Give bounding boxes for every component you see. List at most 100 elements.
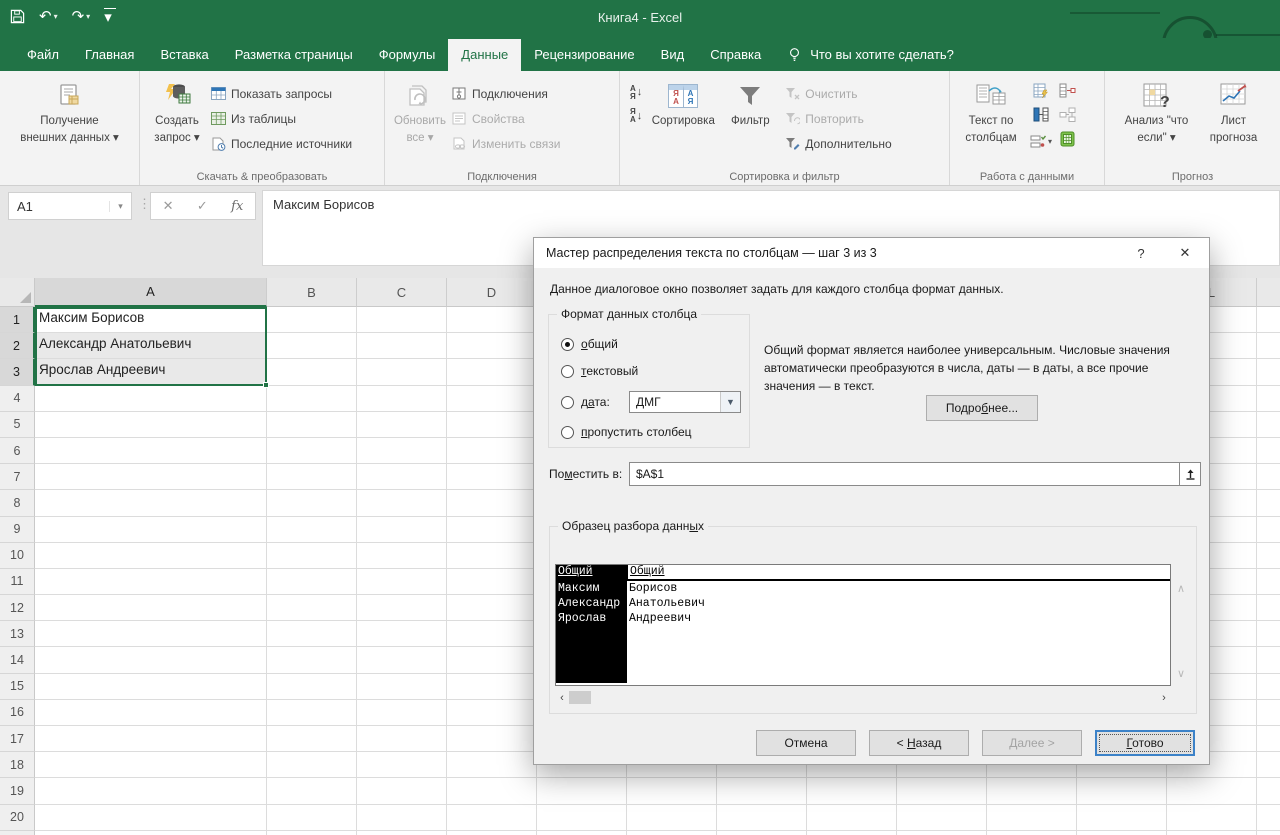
- preview-col1-selected[interactable]: МаксимАлександрЯрослав: [556, 581, 627, 683]
- cancel-button[interactable]: Отмена: [756, 730, 856, 756]
- radio-general[interactable]: общий: [561, 337, 618, 351]
- finish-button[interactable]: Готово: [1095, 730, 1195, 756]
- edit-links-button[interactable]: Изменить связи: [451, 133, 560, 154]
- col-header-M[interactable]: M: [1257, 278, 1280, 307]
- flash-fill-icon[interactable]: [1033, 83, 1050, 103]
- collapse-range-button[interactable]: [1179, 463, 1200, 485]
- consolidate-icon[interactable]: [1059, 83, 1076, 103]
- cell-B18[interactable]: [267, 752, 357, 778]
- date-format-select[interactable]: ДМГ ▼: [629, 391, 741, 413]
- cell-B21[interactable]: [267, 831, 357, 835]
- tab-6[interactable]: Рецензирование: [521, 39, 647, 71]
- cell-C10[interactable]: [357, 543, 447, 569]
- cell-M12[interactable]: [1257, 595, 1280, 621]
- cell-D5[interactable]: [447, 412, 537, 438]
- cell-D8[interactable]: [447, 490, 537, 516]
- radio-date[interactable]: дата:: [561, 395, 610, 409]
- cell-B10[interactable]: [267, 543, 357, 569]
- col-header-A[interactable]: A: [35, 278, 267, 307]
- preview-col1-header[interactable]: Общий: [556, 565, 627, 579]
- cell-M5[interactable]: [1257, 412, 1280, 438]
- cell-D12[interactable]: [447, 595, 537, 621]
- cell-M17[interactable]: [1257, 726, 1280, 752]
- cell-L20[interactable]: [1167, 805, 1257, 831]
- new-query-button[interactable]: Создать запрос ▾: [144, 77, 210, 150]
- what-if-analysis-button[interactable]: ? Анализ "что если" ▾: [1119, 77, 1195, 150]
- row-header-20[interactable]: 20: [0, 805, 35, 831]
- cell-C8[interactable]: [357, 490, 447, 516]
- name-box[interactable]: A1 ▾: [8, 192, 132, 220]
- help-icon[interactable]: ?: [1121, 246, 1161, 261]
- cell-F20[interactable]: [627, 805, 717, 831]
- row-header-14[interactable]: 14: [0, 647, 35, 673]
- col-header-C[interactable]: C: [357, 278, 447, 307]
- cell-M16[interactable]: [1257, 700, 1280, 726]
- cell-I21[interactable]: [897, 831, 987, 835]
- remove-duplicates-icon[interactable]: [1033, 107, 1050, 127]
- cell-D11[interactable]: [447, 569, 537, 595]
- cell-D3[interactable]: [447, 359, 537, 385]
- cell-A7[interactable]: [35, 464, 267, 490]
- cell-C19[interactable]: [357, 778, 447, 804]
- sort-az-button[interactable]: АЯ↓: [630, 85, 642, 100]
- filter-button[interactable]: Фильтр: [722, 77, 778, 132]
- row-header-11[interactable]: 11: [0, 569, 35, 595]
- cell-M13[interactable]: [1257, 621, 1280, 647]
- cell-M3[interactable]: [1257, 359, 1280, 385]
- cell-B5[interactable]: [267, 412, 357, 438]
- cell-B17[interactable]: [267, 726, 357, 752]
- cell-D2[interactable]: [447, 333, 537, 359]
- cell-A20[interactable]: [35, 805, 267, 831]
- cell-C5[interactable]: [357, 412, 447, 438]
- row-header-1[interactable]: 1: [0, 307, 35, 333]
- cell-B7[interactable]: [267, 464, 357, 490]
- dialog-title-bar[interactable]: Мастер распределения текста по столбцам …: [534, 238, 1209, 268]
- connections-button[interactable]: Подключения: [451, 83, 560, 104]
- row-header-21[interactable]: 21: [0, 831, 35, 835]
- cell-F21[interactable]: [627, 831, 717, 835]
- cell-M10[interactable]: [1257, 543, 1280, 569]
- cell-D10[interactable]: [447, 543, 537, 569]
- cell-C17[interactable]: [357, 726, 447, 752]
- cell-J21[interactable]: [987, 831, 1077, 835]
- tab-7[interactable]: Вид: [648, 39, 698, 71]
- scroll-up-icon[interactable]: ∧: [1177, 582, 1185, 595]
- cell-B2[interactable]: [267, 333, 357, 359]
- tab-4[interactable]: Формулы: [366, 39, 449, 71]
- cell-M2[interactable]: [1257, 333, 1280, 359]
- data-preview-table[interactable]: Общий Общий МаксимАлександрЯрослав Борис…: [555, 564, 1171, 686]
- cell-D21[interactable]: [447, 831, 537, 835]
- row-header-3[interactable]: 3: [0, 359, 35, 385]
- cell-M7[interactable]: [1257, 464, 1280, 490]
- scroll-left-icon[interactable]: ‹: [555, 692, 569, 704]
- row-header-7[interactable]: 7: [0, 464, 35, 490]
- cell-A18[interactable]: [35, 752, 267, 778]
- cell-M4[interactable]: [1257, 386, 1280, 412]
- cell-M19[interactable]: [1257, 778, 1280, 804]
- cell-E19[interactable]: [537, 778, 627, 804]
- cell-A21[interactable]: [35, 831, 267, 835]
- cell-H20[interactable]: [807, 805, 897, 831]
- row-header-12[interactable]: 12: [0, 595, 35, 621]
- cell-A19[interactable]: [35, 778, 267, 804]
- radio-date-icon[interactable]: [561, 396, 574, 409]
- radio-text[interactable]: текстовый: [561, 364, 638, 378]
- cell-A17[interactable]: [35, 726, 267, 752]
- cell-G21[interactable]: [717, 831, 807, 835]
- cell-C1[interactable]: [357, 307, 447, 333]
- preview-col2[interactable]: БорисовАнатольевичАндреевич: [627, 581, 1170, 683]
- cell-H21[interactable]: [807, 831, 897, 835]
- sort-za-button[interactable]: ЯА↓: [630, 108, 642, 123]
- cell-B15[interactable]: [267, 674, 357, 700]
- row-header-2[interactable]: 2: [0, 333, 35, 359]
- cell-A4[interactable]: [35, 386, 267, 412]
- cell-M11[interactable]: [1257, 569, 1280, 595]
- cell-A12[interactable]: [35, 595, 267, 621]
- cell-B13[interactable]: [267, 621, 357, 647]
- cell-B3[interactable]: [267, 359, 357, 385]
- cancel-entry-icon[interactable]: ✕: [163, 198, 174, 214]
- row-header-13[interactable]: 13: [0, 621, 35, 647]
- cell-C2[interactable]: [357, 333, 447, 359]
- next-button[interactable]: Далее >: [982, 730, 1082, 756]
- insert-function-icon[interactable]: fx: [231, 199, 243, 214]
